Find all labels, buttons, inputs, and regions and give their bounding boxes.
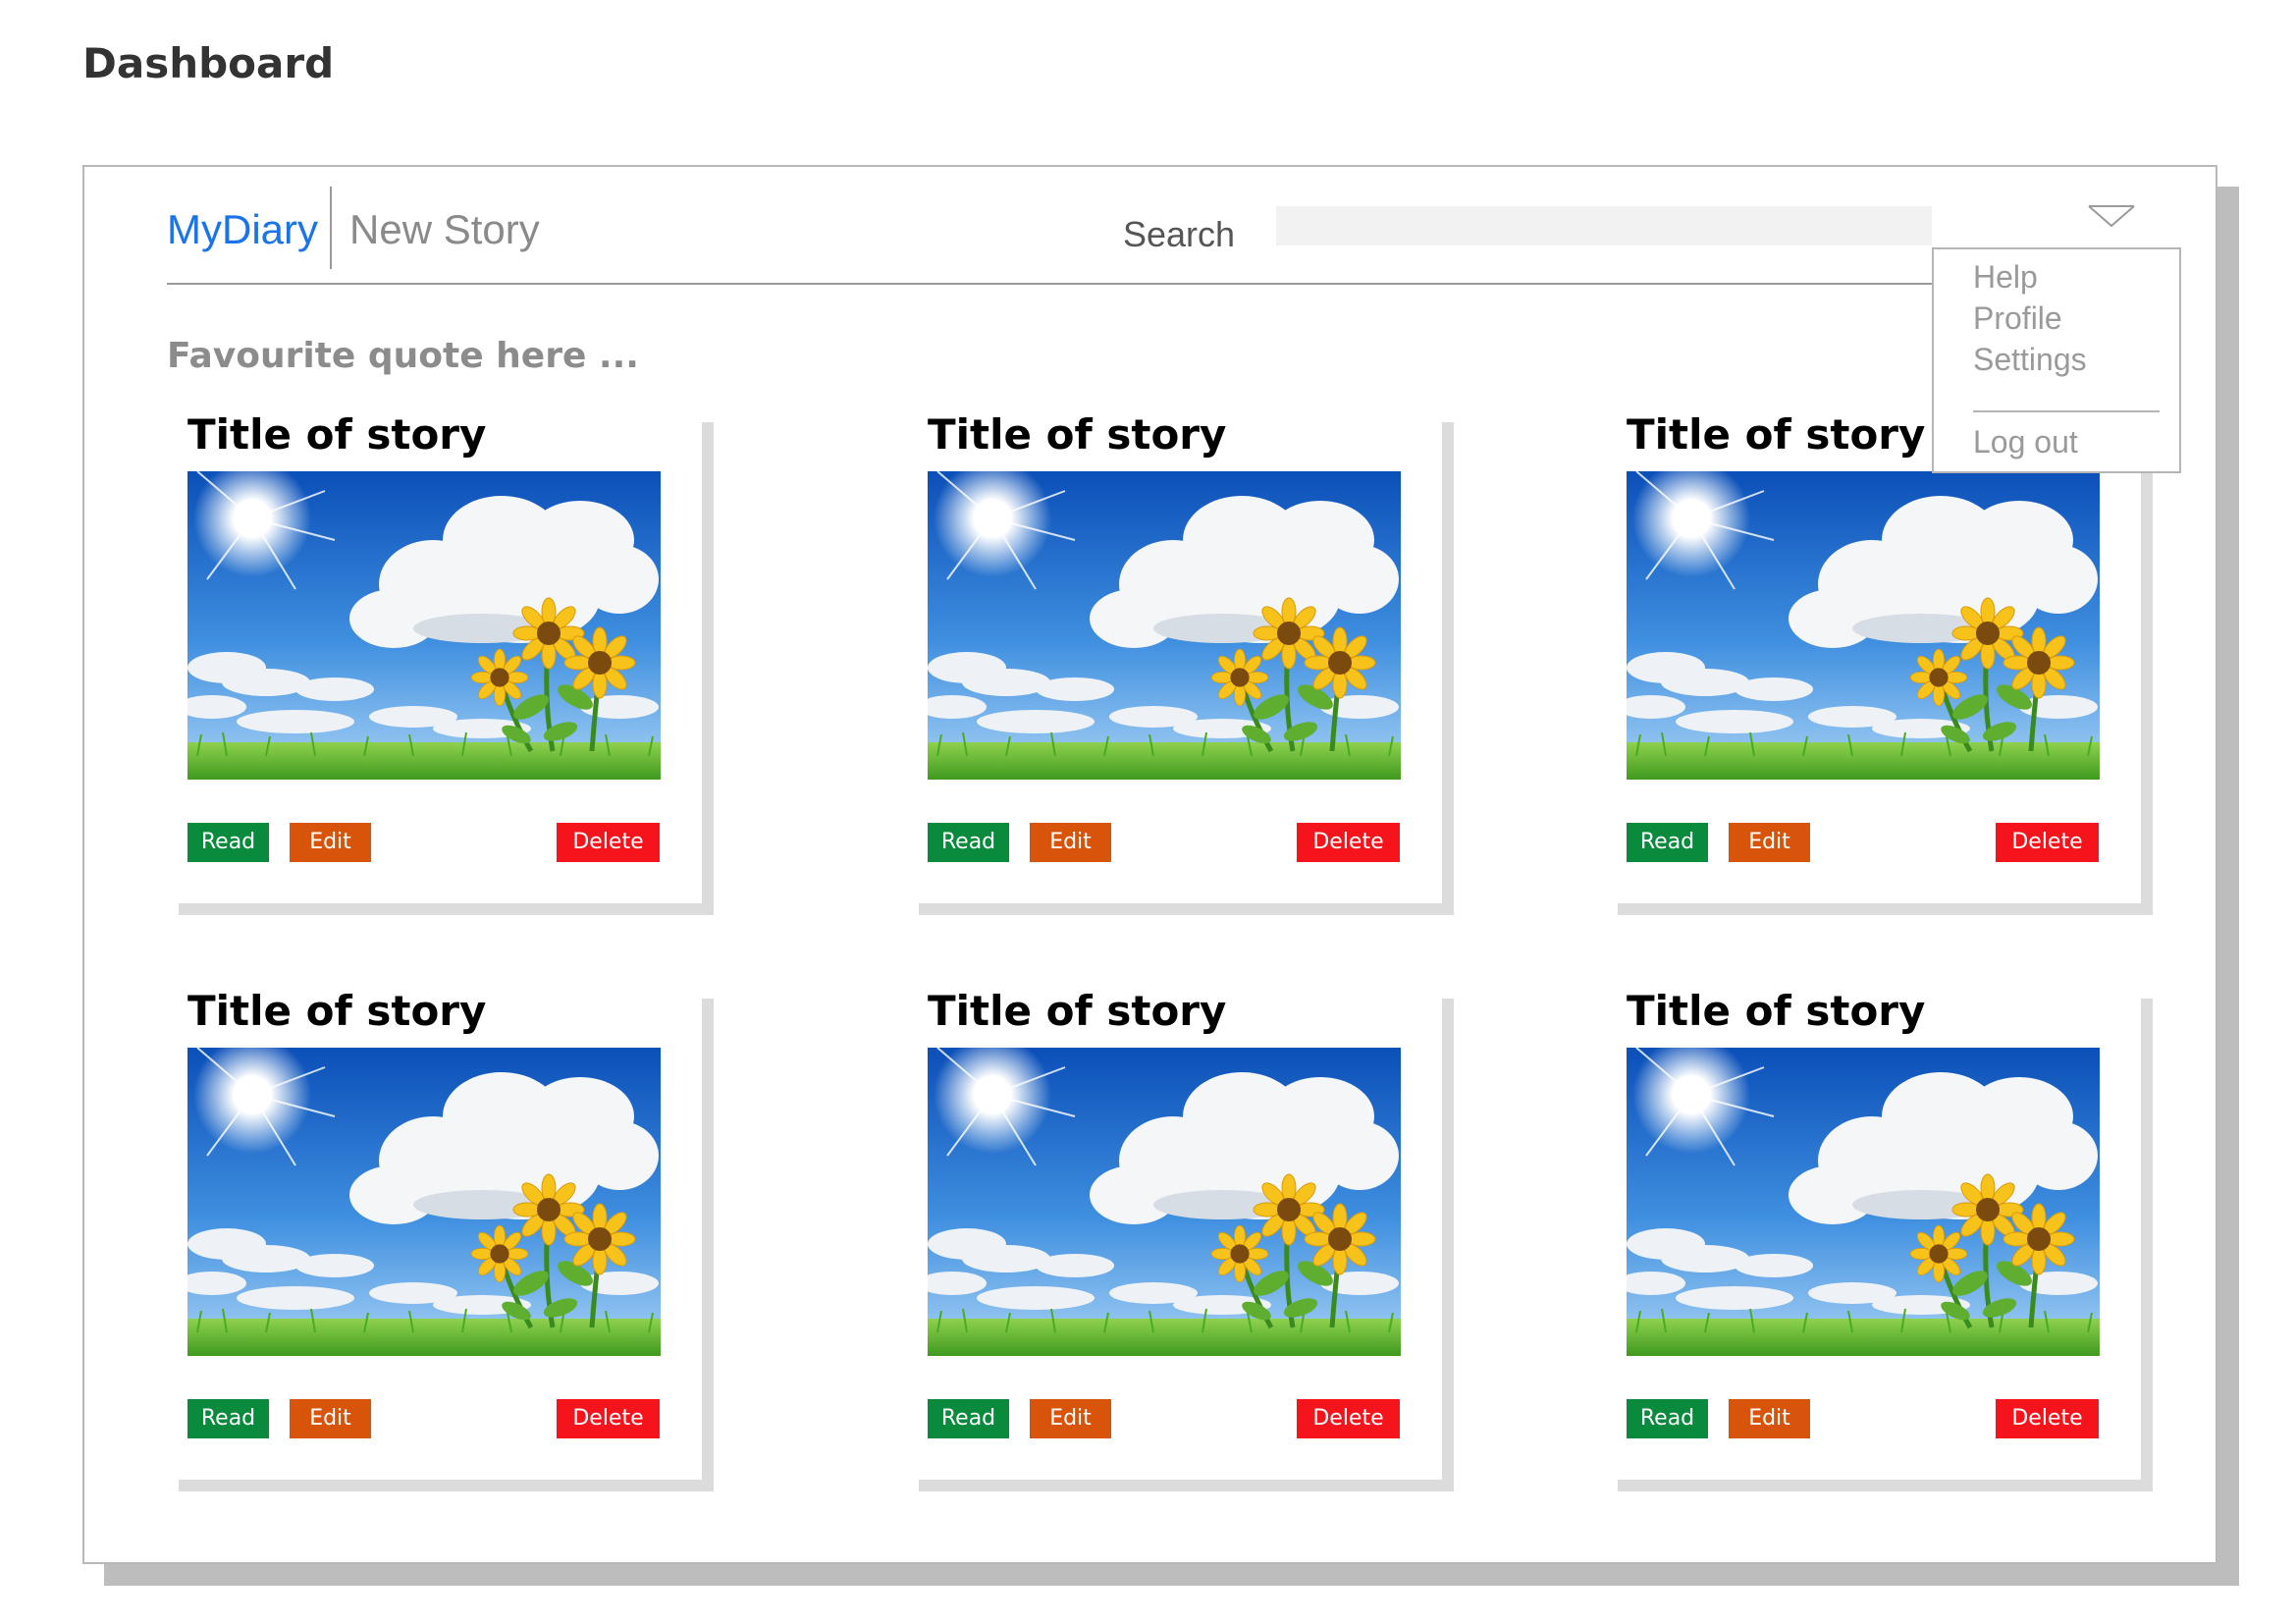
story-image bbox=[1627, 471, 2100, 780]
search-input[interactable] bbox=[1276, 206, 1932, 245]
edit-button[interactable]: Edit bbox=[1729, 1399, 1810, 1438]
read-button[interactable]: Read bbox=[1627, 823, 1708, 862]
story-image bbox=[928, 471, 1401, 780]
chevron-down-icon bbox=[2088, 205, 2135, 228]
delete-button[interactable]: Delete bbox=[1996, 1399, 2099, 1438]
story-title: Title of story bbox=[1627, 987, 1926, 1035]
page-title: Dashboard bbox=[82, 39, 335, 87]
story-title: Title of story bbox=[187, 410, 487, 459]
user-dropdown-menu: Help Profile Settings Log out bbox=[1932, 247, 2181, 473]
story-card: Title of story Read Edit Delete bbox=[1606, 410, 2141, 903]
read-button[interactable]: Read bbox=[187, 823, 269, 862]
menu-item-profile[interactable]: Profile bbox=[1973, 300, 2062, 337]
story-title: Title of story bbox=[187, 987, 487, 1035]
edit-button[interactable]: Edit bbox=[1030, 1399, 1111, 1438]
favourite-quote: Favourite quote here ... bbox=[167, 336, 639, 376]
new-story-link[interactable]: New Story bbox=[349, 206, 540, 253]
menu-item-settings[interactable]: Settings bbox=[1973, 342, 2087, 378]
app-window: MyDiary New Story Search Help Profile Se… bbox=[82, 165, 2217, 1564]
edit-button[interactable]: Edit bbox=[290, 1399, 371, 1438]
story-card: Title of story Read Edit Delete bbox=[167, 410, 702, 903]
menu-divider bbox=[1973, 410, 2160, 412]
search-label: Search bbox=[1123, 214, 1236, 254]
brand-link[interactable]: MyDiary bbox=[167, 206, 318, 253]
story-card: Title of story Read Edit Delete bbox=[907, 987, 1442, 1480]
story-card: Title of story Read Edit Delete bbox=[1606, 987, 2141, 1480]
read-button[interactable]: Read bbox=[928, 1399, 1009, 1438]
edit-button[interactable]: Edit bbox=[1030, 823, 1111, 862]
story-title: Title of story bbox=[928, 410, 1227, 459]
story-card: Title of story Read Edit Delete bbox=[907, 410, 1442, 903]
story-title: Title of story bbox=[1627, 410, 1926, 459]
story-card: Title of story Read Edit Delete bbox=[167, 987, 702, 1480]
story-image bbox=[928, 1048, 1401, 1356]
menu-item-logout[interactable]: Log out bbox=[1973, 424, 2078, 460]
read-button[interactable]: Read bbox=[928, 823, 1009, 862]
read-button[interactable]: Read bbox=[1627, 1399, 1708, 1438]
nav-divider bbox=[330, 187, 332, 269]
nav-underline bbox=[167, 283, 1934, 285]
menu-item-help[interactable]: Help bbox=[1973, 259, 2038, 296]
story-image bbox=[187, 1048, 661, 1356]
delete-button[interactable]: Delete bbox=[557, 823, 660, 862]
delete-button[interactable]: Delete bbox=[1297, 823, 1400, 862]
dropdown-toggle[interactable] bbox=[2087, 202, 2136, 232]
delete-button[interactable]: Delete bbox=[1297, 1399, 1400, 1438]
story-image bbox=[1627, 1048, 2100, 1356]
read-button[interactable]: Read bbox=[187, 1399, 269, 1438]
delete-button[interactable]: Delete bbox=[1996, 823, 2099, 862]
story-image bbox=[187, 471, 661, 780]
delete-button[interactable]: Delete bbox=[557, 1399, 660, 1438]
story-title: Title of story bbox=[928, 987, 1227, 1035]
edit-button[interactable]: Edit bbox=[290, 823, 371, 862]
edit-button[interactable]: Edit bbox=[1729, 823, 1810, 862]
